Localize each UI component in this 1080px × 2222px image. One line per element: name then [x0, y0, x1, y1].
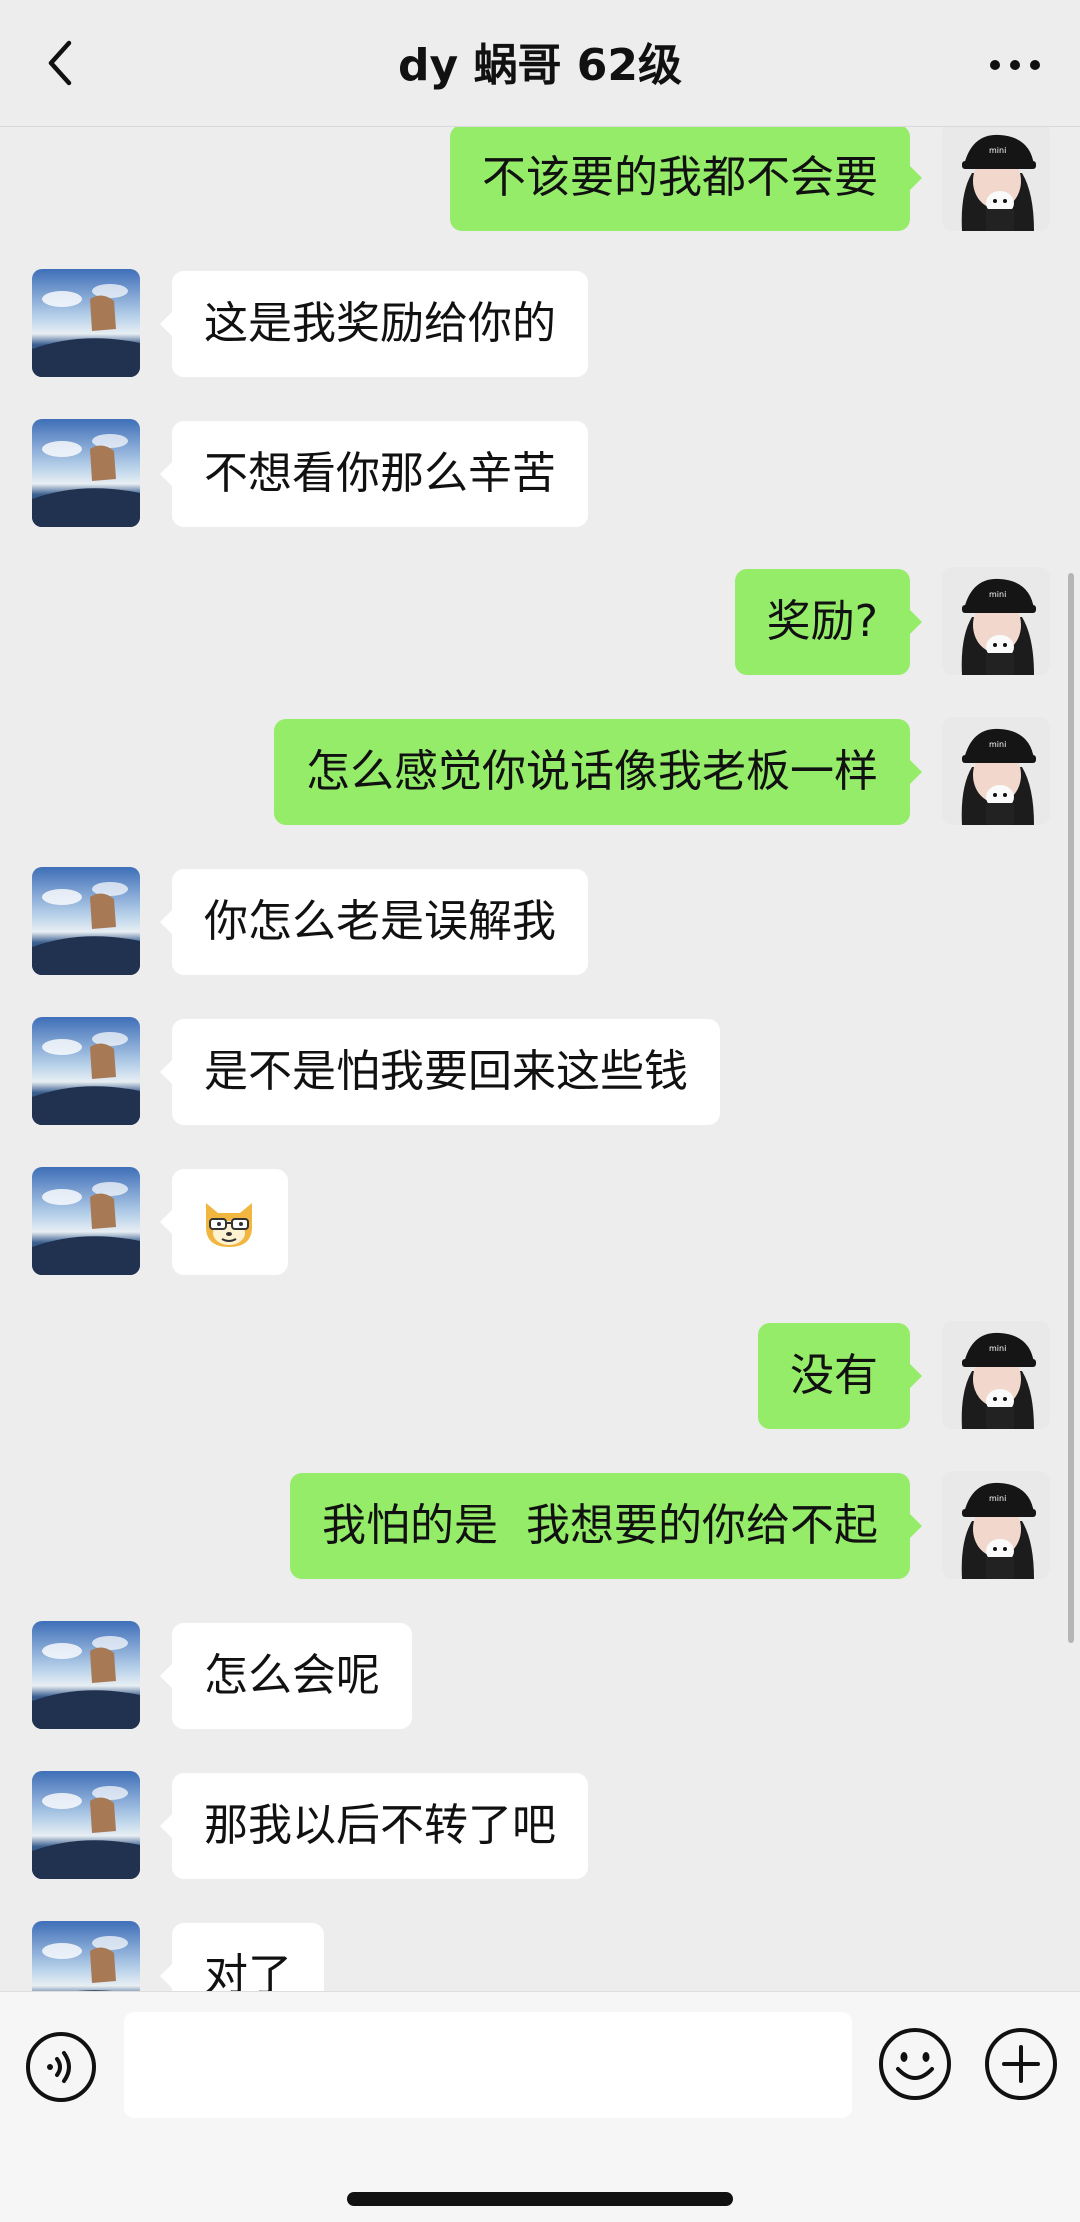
message-bubble-other[interactable]: 那我以后不转了吧 [160, 1773, 588, 1879]
message-row: 对了 [0, 1921, 1080, 1991]
avatar-other[interactable] [32, 1017, 140, 1125]
avatar-other-image [32, 867, 140, 975]
message-row: 不该要的我都不会要 mini [0, 127, 1080, 233]
avatar-self[interactable]: mini [942, 1471, 1050, 1579]
avatar-self-image: mini [942, 717, 1050, 825]
plus-circle-icon [985, 2028, 1057, 2100]
message-row: 我怕的是 我想要的你给不起 mini [0, 1471, 1080, 1581]
avatar-self-image: mini [942, 1321, 1050, 1429]
message-bubble-other[interactable]: 对了 [160, 1923, 324, 1991]
message-bubble-other[interactable]: 你怎么老是误解我 [160, 869, 588, 975]
svg-text:mini: mini [989, 1494, 1006, 1503]
message-bubble-other[interactable]: 不想看你那么辛苦 [160, 421, 588, 527]
message-row: 怎么感觉你说话像我老板一样 mini [0, 717, 1080, 827]
avatar-other-image [32, 419, 140, 527]
message-input[interactable] [124, 2012, 852, 2118]
message-bubble-self[interactable]: 奖励? [734, 569, 923, 675]
avatar-other-image [32, 1921, 140, 1991]
avatar-other[interactable] [32, 1621, 140, 1729]
chat-title: dy 蜗哥 62级 [397, 40, 683, 91]
message-bubble-other[interactable] [160, 1169, 288, 1275]
message-bubble-self[interactable]: 怎么感觉你说话像我老板一样 [274, 719, 922, 825]
message-bubble-self[interactable]: 没有 [758, 1323, 922, 1429]
emoji-button[interactable] [876, 2025, 954, 2103]
message-row: 那我以后不转了吧 [0, 1771, 1080, 1881]
avatar-other-image [32, 1017, 140, 1125]
message-bubble-other[interactable]: 怎么会呢 [160, 1623, 412, 1729]
emoji-smile-icon [879, 2028, 951, 2100]
svg-text:mini: mini [989, 1344, 1006, 1353]
more-button[interactable] [980, 40, 1050, 90]
svg-text:mini: mini [989, 740, 1006, 749]
message-list[interactable]: 不该要的我都不会要 mini 这是我奖励给你的 不想看你那么辛苦 奖励? min… [0, 127, 1080, 1991]
avatar-other-image [32, 1771, 140, 1879]
input-bar [0, 1991, 1080, 2222]
message-row: 奖励? mini [0, 567, 1080, 677]
plus-button[interactable] [982, 2025, 1060, 2103]
svg-text:mini: mini [989, 146, 1006, 155]
avatar-self[interactable]: mini [942, 127, 1050, 231]
chat-header: dy 蜗哥 62级 [0, 0, 1080, 127]
avatar-self[interactable]: mini [942, 717, 1050, 825]
more-dots-icon [990, 60, 1040, 70]
message-row: 是不是怕我要回来这些钱 [0, 1017, 1080, 1127]
avatar-other-image [32, 269, 140, 377]
avatar-other[interactable] [32, 1771, 140, 1879]
avatar-self-image: mini [942, 127, 1050, 231]
message-row: 你怎么老是误解我 [0, 867, 1080, 977]
message-row: 不想看你那么辛苦 [0, 419, 1080, 529]
message-row: 这是我奖励给你的 [0, 269, 1080, 379]
avatar-other[interactable] [32, 867, 140, 975]
message-bubble-self[interactable]: 我怕的是 我想要的你给不起 [290, 1473, 922, 1579]
doge-emoji-icon [206, 1203, 252, 1247]
avatar-self-image: mini [942, 567, 1050, 675]
message-bubble-other[interactable]: 是不是怕我要回来这些钱 [160, 1019, 720, 1125]
avatar-self[interactable]: mini [942, 1321, 1050, 1429]
avatar-other-image [32, 1621, 140, 1729]
message-row: 怎么会呢 [0, 1621, 1080, 1731]
voice-button[interactable] [24, 2030, 98, 2104]
avatar-other[interactable] [32, 1921, 140, 1991]
message-bubble-other[interactable]: 这是我奖励给你的 [160, 271, 588, 377]
message-row [0, 1167, 1080, 1277]
svg-text:mini: mini [989, 590, 1006, 599]
message-row: 没有 mini [0, 1321, 1080, 1431]
message-bubble-self[interactable]: 不该要的我都不会要 [450, 127, 922, 231]
avatar-other[interactable] [32, 269, 140, 377]
voice-icon [26, 2032, 96, 2102]
avatar-self-image: mini [942, 1471, 1050, 1579]
avatar-self[interactable]: mini [942, 567, 1050, 675]
scrollbar[interactable] [1068, 573, 1074, 1643]
avatar-other-image [32, 1167, 140, 1275]
home-indicator[interactable] [347, 2192, 733, 2206]
avatar-other[interactable] [32, 1167, 140, 1275]
avatar-other[interactable] [32, 419, 140, 527]
